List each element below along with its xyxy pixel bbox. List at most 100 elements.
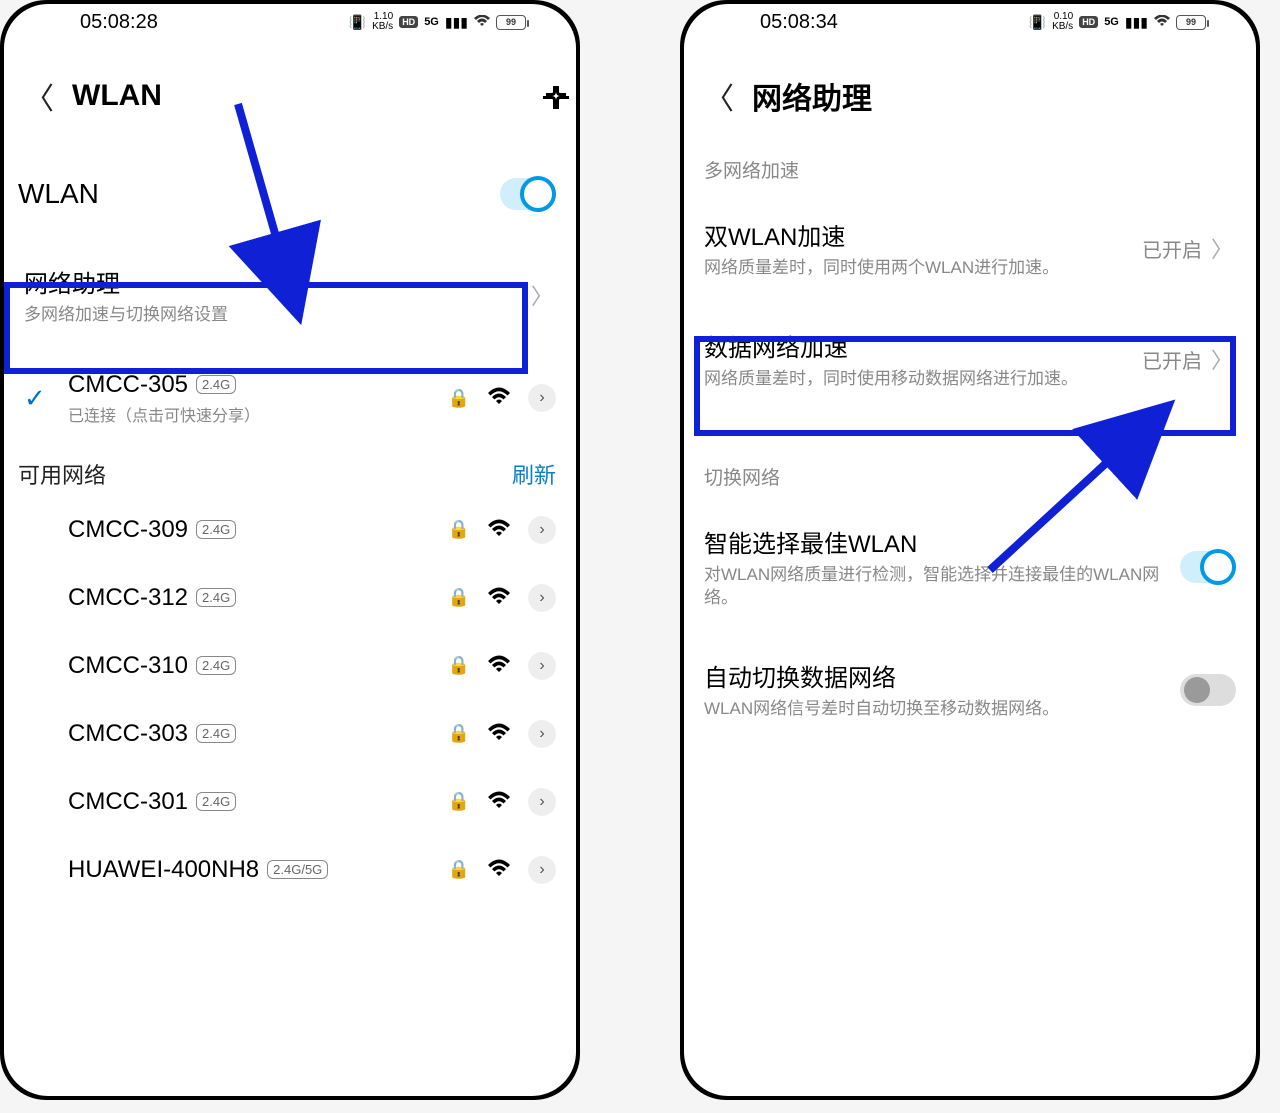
chevron-right-icon: › xyxy=(528,652,556,680)
network-row[interactable]: CMCC-301 2.4G 🔒 › xyxy=(0,768,580,836)
network-name: HUAWEI-400NH8 xyxy=(68,856,259,884)
hd-badge: HD xyxy=(399,16,418,28)
lock-icon: 🔒 xyxy=(448,587,470,608)
network-name: CMCC-309 xyxy=(68,516,188,544)
vibrate-icon: 📳 xyxy=(349,14,366,31)
auto-switch-sub: WLAN网络信号差时自动切换至移动数据网络。 xyxy=(704,697,1180,721)
network-row[interactable]: HUAWEI-400NH8 2.4G/5G 🔒 › xyxy=(0,836,580,904)
chevron-right-icon: 〉 xyxy=(528,281,556,309)
network-name: CMCC-305 xyxy=(68,371,188,399)
group-label: 多网络加速 xyxy=(680,128,1260,193)
smart-wlan-row[interactable]: 智能选择最佳WLAN 对WLAN网络质量进行检测，智能选择并连接最佳的WLAN网… xyxy=(700,500,1240,635)
wifi-icon xyxy=(488,517,510,543)
wifi-icon xyxy=(488,857,510,883)
page-header: 〈 网络助理 xyxy=(680,44,1260,128)
smart-wlan-toggle[interactable] xyxy=(1180,551,1236,583)
network-row[interactable]: CMCC-312 2.4G 🔒 › xyxy=(0,564,580,632)
data-accel-row[interactable]: 数据网络加速 网络质量差时，同时使用移动数据网络进行加速。 已开启 〉 xyxy=(700,304,1240,415)
smart-wlan-sub: 对WLAN网络质量进行检测，智能选择并连接最佳的WLAN网络。 xyxy=(704,563,1180,611)
network-status: 已连接（点击可快速分享） xyxy=(68,402,436,426)
lock-icon: 🔒 xyxy=(448,859,470,880)
battery-icon: 99 xyxy=(496,15,526,30)
chevron-right-icon: › xyxy=(528,384,556,412)
status-time: 05:08:34 xyxy=(760,11,838,34)
phone-right: 05:08:34 📳 0.10KB/s HD 5G ▮▮▮ 99 〈 网络助理 … xyxy=(680,0,1260,1100)
page-title: WLAN xyxy=(72,79,538,113)
wifi-icon xyxy=(488,789,510,815)
check-icon: ✓ xyxy=(24,383,56,414)
status-bar: 05:08:34 📳 0.10KB/s HD 5G ▮▮▮ 99 xyxy=(680,0,1260,44)
status-indicators: 📳 0.10KB/s HD 5G ▮▮▮ 99 xyxy=(1029,12,1206,32)
lock-icon: 🔒 xyxy=(448,519,470,540)
wlan-label: WLAN xyxy=(18,178,99,210)
chevron-right-icon: › xyxy=(528,720,556,748)
smart-wlan-title: 智能选择最佳WLAN xyxy=(704,524,1180,559)
wlan-toggle[interactable] xyxy=(500,178,556,210)
dual-wlan-title: 双WLAN加速 xyxy=(704,217,1142,252)
connected-network-row[interactable]: ✓ CMCC-305 2.4G 已连接（点击可快速分享） 🔒 › xyxy=(0,351,580,446)
network-badge: 5G xyxy=(1104,16,1119,28)
band-badge: 2.4G xyxy=(196,375,236,394)
band-badge: 2.4G xyxy=(196,588,236,607)
network-assistant-row[interactable]: 网络助理 多网络加速与切换网络设置 〉 xyxy=(20,240,560,351)
band-badge: 2.4G xyxy=(196,792,236,811)
chevron-right-icon: 〉 xyxy=(1208,234,1236,262)
wifi-icon xyxy=(488,653,510,679)
data-accel-state: 已开启 xyxy=(1142,345,1202,374)
network-name: CMCC-312 xyxy=(68,584,188,612)
refresh-button[interactable]: 刷新 xyxy=(512,458,556,490)
network-row[interactable]: CMCC-309 2.4G 🔒 › xyxy=(0,496,580,564)
band-badge: 2.4G xyxy=(196,520,236,539)
status-indicators: 📳 1.10KB/s HD 5G ▮▮▮ 99 xyxy=(349,12,526,32)
back-button[interactable]: 〈 xyxy=(704,74,734,118)
chevron-right-icon: › xyxy=(528,584,556,612)
network-badge: 5G xyxy=(424,16,439,28)
wlan-toggle-row[interactable]: WLAN xyxy=(0,128,580,240)
page-header: 〈 WLAN xyxy=(0,44,580,128)
vibrate-icon: 📳 xyxy=(1029,14,1046,31)
available-label: 可用网络 xyxy=(18,458,106,490)
dual-wlan-state: 已开启 xyxy=(1142,234,1202,263)
hd-badge: HD xyxy=(1079,16,1098,28)
dual-wlan-row[interactable]: 双WLAN加速 网络质量差时，同时使用两个WLAN进行加速。 已开启 〉 xyxy=(700,193,1240,304)
wifi-icon xyxy=(488,721,510,747)
network-row[interactable]: CMCC-310 2.4G 🔒 › xyxy=(0,632,580,700)
chevron-right-icon: › xyxy=(528,788,556,816)
network-name: CMCC-301 xyxy=(68,788,188,816)
signal-icon: ▮▮▮ xyxy=(1125,14,1148,31)
network-row[interactable]: CMCC-303 2.4G 🔒 › xyxy=(0,700,580,768)
band-badge: 2.4G xyxy=(196,656,236,675)
wifi-icon xyxy=(488,385,510,411)
dual-wlan-sub: 网络质量差时，同时使用两个WLAN进行加速。 xyxy=(704,256,1142,280)
lock-icon: 🔒 xyxy=(448,791,470,812)
available-networks-header: 可用网络 刷新 xyxy=(0,446,580,496)
chevron-right-icon: › xyxy=(528,856,556,884)
wifi-icon xyxy=(488,585,510,611)
data-accel-sub: 网络质量差时，同时使用移动数据网络进行加速。 xyxy=(704,367,1142,391)
lock-icon: 🔒 xyxy=(448,388,470,409)
chevron-right-icon: › xyxy=(528,516,556,544)
back-button[interactable]: 〈 xyxy=(24,74,54,118)
band-badge: 2.4G/5G xyxy=(267,860,328,879)
status-bar: 05:08:28 📳 1.10KB/s HD 5G ▮▮▮ 99 xyxy=(0,0,580,44)
page-title: 网络助理 xyxy=(752,74,1236,118)
auto-switch-row[interactable]: 自动切换数据网络 WLAN网络信号差时自动切换至移动数据网络。 xyxy=(700,634,1240,745)
lock-icon: 🔒 xyxy=(448,655,470,676)
phone-left: 05:08:28 📳 1.10KB/s HD 5G ▮▮▮ 99 〈 WLAN … xyxy=(0,0,580,1100)
auto-switch-title: 自动切换数据网络 xyxy=(704,658,1180,693)
net-assist-sub: 多网络加速与切换网络设置 xyxy=(24,303,528,327)
lock-icon: 🔒 xyxy=(448,723,470,744)
auto-switch-toggle[interactable] xyxy=(1180,674,1236,706)
battery-icon: 99 xyxy=(1176,15,1206,30)
status-time: 05:08:28 xyxy=(80,11,158,34)
wifi-status-icon xyxy=(1154,14,1170,30)
group-label: 切换网络 xyxy=(680,435,1260,500)
net-assist-title: 网络助理 xyxy=(24,264,528,299)
data-accel-title: 数据网络加速 xyxy=(704,328,1142,363)
wifi-status-icon xyxy=(474,14,490,30)
network-name: CMCC-303 xyxy=(68,720,188,748)
chevron-right-icon: 〉 xyxy=(1208,345,1236,373)
band-badge: 2.4G xyxy=(196,724,236,743)
network-name: CMCC-310 xyxy=(68,652,188,680)
signal-icon: ▮▮▮ xyxy=(445,14,468,31)
